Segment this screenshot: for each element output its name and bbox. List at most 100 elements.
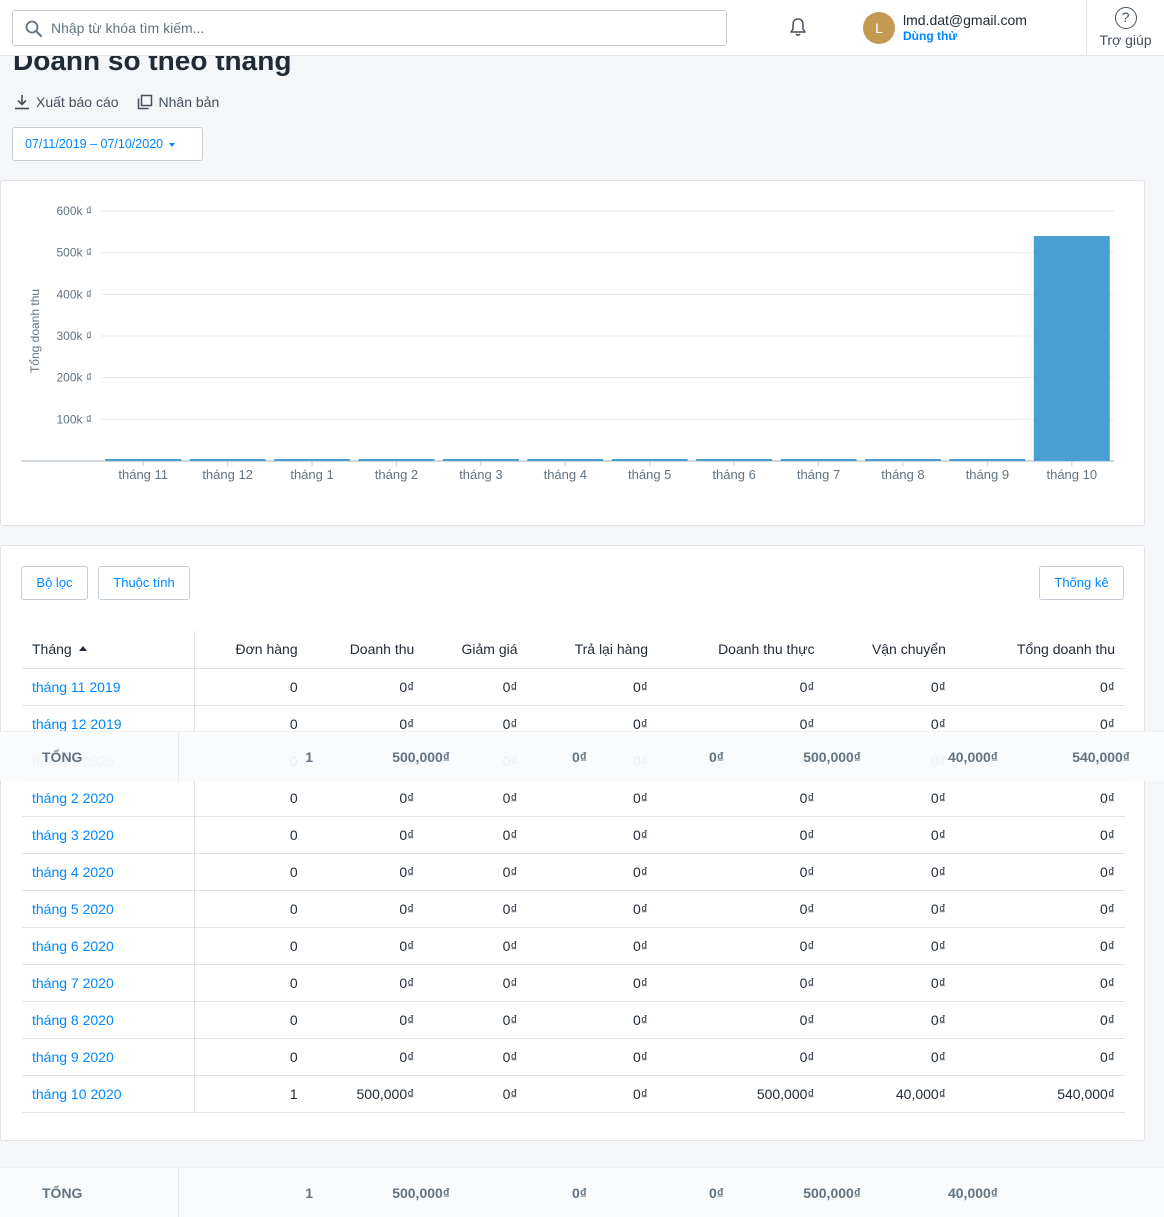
value-cell: 0₫ xyxy=(424,890,528,928)
value-cell: 0₫ xyxy=(307,890,425,928)
x-tick-label: tháng 12 xyxy=(202,467,253,482)
value-cell: 0₫ xyxy=(527,1075,658,1113)
column-header[interactable]: Giảm giá xyxy=(424,631,528,669)
value-cell: 0₫ xyxy=(955,964,1125,1002)
date-range-label: 07/11/2019 – 07/10/2020 xyxy=(25,137,164,151)
value-cell: 0₫ xyxy=(658,853,825,891)
bell-icon[interactable] xyxy=(789,17,807,37)
column-header[interactable]: Tổng doanh thu xyxy=(955,631,1125,669)
month-link[interactable]: tháng 7 2020 xyxy=(32,975,114,991)
month-link[interactable]: tháng 6 2020 xyxy=(32,938,114,954)
table-row: tháng 11 2019 0 0₫ 0₫ 0₫ 0₫ 0₫ 0₫ xyxy=(22,668,1125,706)
value-cell: 0₫ xyxy=(824,853,956,891)
x-tick-label: tháng 10 xyxy=(1046,467,1097,482)
column-header[interactable]: Doanh thu thực xyxy=(658,631,825,669)
x-tick-label: tháng 4 xyxy=(544,467,587,482)
column-header[interactable]: Vận chuyển xyxy=(824,631,956,669)
value-cell: 0₫ xyxy=(527,1038,658,1076)
month-cell: tháng 8 2020 xyxy=(22,1001,195,1039)
totals-revenue: 500,000₫ xyxy=(392,1185,450,1201)
bar xyxy=(189,459,266,461)
bar xyxy=(611,459,688,461)
x-tick-label: tháng 2 xyxy=(375,467,418,482)
value-cell: 540,000₫ xyxy=(955,1075,1125,1113)
month-link[interactable]: tháng 8 2020 xyxy=(32,1012,114,1028)
value-cell: 0₫ xyxy=(424,927,528,965)
value-cell: 0₫ xyxy=(424,1038,528,1076)
month-link[interactable]: tháng 11 2019 xyxy=(32,679,121,695)
value-cell: 0₫ xyxy=(307,668,425,706)
month-link[interactable]: tháng 9 2020 xyxy=(32,1049,114,1065)
month-link[interactable]: tháng 10 2020 xyxy=(32,1086,122,1102)
revenue-bar-chart: 100k ₫ 200k ₫ 300k ₫ 400k ₫ 500k ₫ 600k ₫ Tổng… xyxy=(21,204,1114,482)
month-link[interactable]: tháng 5 2020 xyxy=(32,901,114,917)
stats-button[interactable]: Thống kê xyxy=(1039,566,1124,600)
month-link[interactable]: tháng 3 2020 xyxy=(32,827,114,843)
help-button[interactable]: ? Trợ giúp xyxy=(1086,0,1164,56)
top-bar: L lmd.dat@gmail.com Dùng thử ? Trợ giúp xyxy=(0,0,1164,56)
totals-net-revenue: 500,000₫ xyxy=(803,1185,861,1201)
value-cell: 0₫ xyxy=(955,1001,1125,1039)
value-cell: 0₫ xyxy=(955,853,1125,891)
totals-bar-sticky: TỔNG 1 500,000₫ 0₫ 0₫ 500,000₫ 40,000₫ 5… xyxy=(0,731,1164,782)
column-header[interactable]: Đơn hàng xyxy=(194,631,308,669)
bar xyxy=(949,459,1026,461)
month-link[interactable]: tháng 4 2020 xyxy=(32,864,114,880)
duplicate-button[interactable]: Nhân bản xyxy=(137,94,219,110)
table-row: tháng 4 2020 0 0₫ 0₫ 0₫ 0₫ 0₫ 0₫ xyxy=(22,853,1125,891)
attributes-button[interactable]: Thuộc tính xyxy=(98,566,190,600)
user-email[interactable]: lmd.dat@gmail.com xyxy=(903,12,1027,28)
date-range-picker[interactable]: 07/11/2019 – 07/10/2020 xyxy=(12,127,203,161)
bar xyxy=(442,459,519,461)
column-header[interactable]: Trả lại hàng xyxy=(527,631,658,669)
value-cell: 0₫ xyxy=(658,927,825,965)
divider xyxy=(178,1168,179,1217)
column-header[interactable]: Tháng xyxy=(22,631,195,669)
month-cell: tháng 3 2020 xyxy=(22,816,195,854)
value-cell: 0₫ xyxy=(424,853,528,891)
x-tick-label: tháng 5 xyxy=(628,467,671,482)
value-cell: 0₫ xyxy=(307,779,425,817)
totals-orders: 1 xyxy=(305,1185,313,1201)
avatar[interactable]: L xyxy=(863,12,895,44)
x-tick-label: tháng 6 xyxy=(712,467,755,482)
totals-discount: 0₫ xyxy=(572,1185,587,1201)
search-input[interactable] xyxy=(51,11,711,45)
export-report-button[interactable]: Xuất báo cáo xyxy=(14,94,119,110)
value-cell: 0₫ xyxy=(424,779,528,817)
table-header-row: Tháng Đơn hàng Doanh thu Giảm giá Trả lại hà… xyxy=(22,631,1125,669)
month-cell: tháng 11 2019 xyxy=(22,668,195,706)
bar xyxy=(274,459,351,461)
search-icon xyxy=(25,20,42,37)
filter-button[interactable]: Bộ lọc xyxy=(21,566,88,600)
search-box[interactable] xyxy=(12,10,727,46)
value-cell: 0₫ xyxy=(307,964,425,1002)
value-cell: 0₫ xyxy=(824,890,956,928)
bar xyxy=(780,459,857,461)
value-cell: 0 xyxy=(194,964,308,1002)
month-link[interactable]: tháng 12 2019 xyxy=(32,716,122,732)
value-cell: 0 xyxy=(194,779,308,817)
value-cell: 0₫ xyxy=(824,816,956,854)
month-link[interactable]: tháng 2 2020 xyxy=(32,790,114,806)
totals-revenue: 500,000₫ xyxy=(392,749,450,765)
value-cell: 0₫ xyxy=(527,816,658,854)
bar xyxy=(696,459,773,461)
value-cell: 0 xyxy=(194,927,308,965)
value-cell: 0₫ xyxy=(527,668,658,706)
month-cell: tháng 5 2020 xyxy=(22,890,195,928)
x-tick-label: tháng 8 xyxy=(881,467,924,482)
totals-discount: 0₫ xyxy=(572,749,587,765)
value-cell: 1 xyxy=(194,1075,308,1113)
value-cell: 40,000₫ xyxy=(824,1075,956,1113)
month-cell: tháng 6 2020 xyxy=(22,927,195,965)
table-row: tháng 9 2020 0 0₫ 0₫ 0₫ 0₫ 0₫ 0₫ xyxy=(22,1038,1125,1076)
column-header[interactable]: Doanh thu xyxy=(307,631,425,669)
value-cell: 0₫ xyxy=(955,668,1125,706)
totals-returns: 0₫ xyxy=(709,749,724,765)
help-label: Trợ giúp xyxy=(1099,32,1152,48)
value-cell: 0₫ xyxy=(527,927,658,965)
value-cell: 0₫ xyxy=(307,816,425,854)
bar xyxy=(105,459,182,461)
value-cell: 0₫ xyxy=(424,1001,528,1039)
